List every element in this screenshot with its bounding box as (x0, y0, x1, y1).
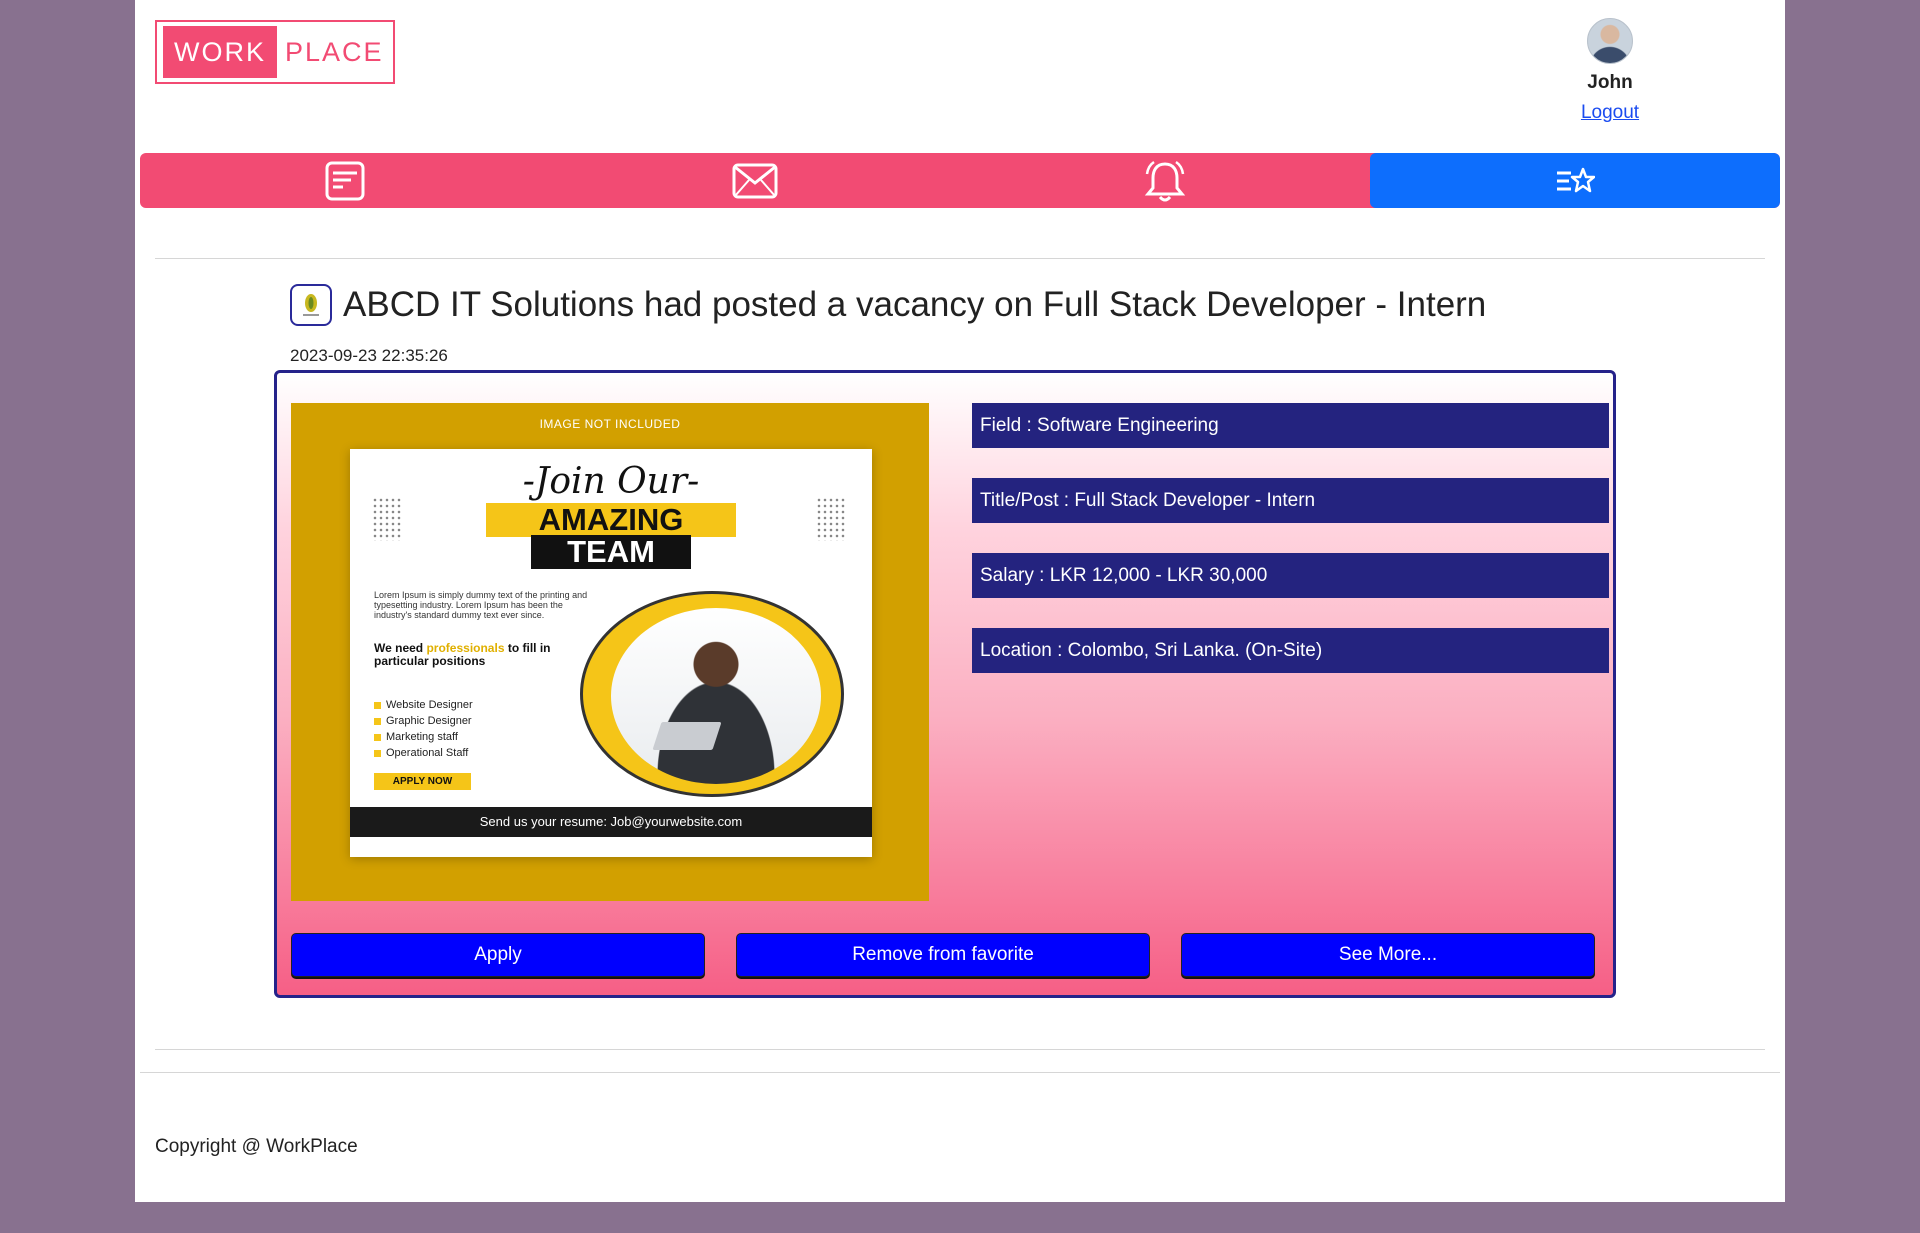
dot-pattern-left (372, 497, 402, 541)
salary-info: Salary : LKR 12,000 - LKR 30,000 (972, 553, 1609, 598)
divider-bottom (155, 1049, 1765, 1050)
posts-icon (325, 161, 365, 200)
apply-button[interactable]: Apply (291, 933, 705, 977)
remove-favorite-button[interactable]: Remove from favorite (736, 933, 1150, 977)
need-highlight: professionals (426, 641, 505, 655)
divider-top (155, 258, 1765, 259)
main-navbar (140, 153, 1780, 208)
user-panel: John Logout (1565, 18, 1655, 124)
title-info: Title/Post : Full Stack Developer - Inte… (972, 478, 1609, 523)
dot-pattern-right (816, 497, 846, 541)
card-actions: Apply Remove from favorite See More... (291, 933, 1601, 977)
poster-content: -Join Our- AMAZING TEAM Lorem Ipsum is s… (350, 449, 872, 857)
page-container: WORK PLACE John Logout ABCD IT Solutions… (135, 0, 1785, 1202)
poster-team-text: TEAM (531, 535, 691, 569)
footer-divider (140, 1072, 1780, 1073)
poster-resume-bar: Send us your resume: Job@yourwebsite.com (350, 807, 872, 837)
nav-favorites[interactable] (1370, 153, 1780, 208)
poster-laptop (652, 722, 722, 750)
location-info: Location : Colombo, Sri Lanka. (On-Site) (972, 628, 1609, 673)
field-info: Field : Software Engineering (972, 403, 1609, 448)
list-item: Operational Staff (374, 745, 473, 761)
post-heading: ABCD IT Solutions had posted a vacancy o… (343, 285, 1487, 324)
list-item: Marketing staff (374, 729, 473, 745)
post-date: 2023-09-23 22:35:26 (290, 346, 448, 365)
nav-notifications[interactable] (960, 153, 1370, 208)
user-name: John (1587, 72, 1633, 93)
logo-place-text: PLACE (285, 36, 384, 67)
see-more-button[interactable]: See More... (1181, 933, 1595, 977)
list-item: Graphic Designer (374, 713, 473, 729)
company-logo-icon (303, 294, 319, 316)
mail-icon (732, 163, 778, 198)
vacancy-poster: IMAGE NOT INCLUDED -Join Our- AMAZING TE… (291, 403, 929, 901)
post-title-row: ABCD IT Solutions had posted a vacancy o… (290, 281, 1486, 329)
logout-link[interactable]: Logout (1565, 102, 1655, 124)
need-prefix: We need (374, 641, 427, 655)
company-logo[interactable] (290, 284, 332, 326)
nav-messages[interactable] (550, 153, 960, 208)
copyright-text: Copyright @ WorkPlace (155, 1136, 358, 1157)
vacancy-card: IMAGE NOT INCLUDED -Join Our- AMAZING TE… (274, 370, 1616, 998)
vacancy-details: Field : Software Engineering Title/Post … (972, 403, 1609, 703)
list-item: Website Designer (374, 697, 473, 713)
poster-lorem-text: Lorem Ipsum is simply dummy text of the … (374, 590, 588, 620)
logo-work-text: WORK (163, 26, 277, 78)
poster-need-text: We need professionals to fill in particu… (374, 642, 554, 668)
favorites-list-icon (1557, 167, 1595, 192)
poster-amazing-text: AMAZING (486, 503, 736, 537)
poster-join-text: -Join Our- (522, 461, 700, 502)
workplace-logo[interactable]: WORK PLACE (155, 20, 395, 84)
nav-posts[interactable] (140, 153, 550, 208)
poster-photo (580, 591, 844, 797)
poster-person-photo (611, 608, 821, 784)
avatar[interactable] (1587, 18, 1633, 64)
poster-note: IMAGE NOT INCLUDED (539, 417, 681, 431)
poster-apply-now: APPLY NOW (374, 773, 471, 790)
poster-position-list: Website Designer Graphic Designer Market… (374, 697, 473, 761)
bell-icon (1144, 160, 1186, 201)
